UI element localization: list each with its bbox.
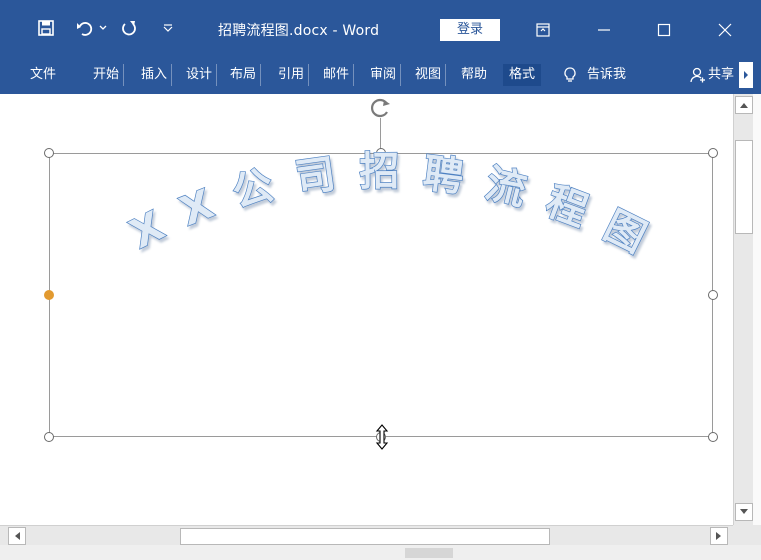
tab-view[interactable]: 视图 <box>415 64 447 86</box>
ribbon-scroll-right-button[interactable] <box>739 62 753 88</box>
undo-icon <box>77 22 93 36</box>
tab-mailings[interactable]: 邮件 <box>323 64 355 86</box>
vertical-scroll-thumb[interactable] <box>735 140 753 234</box>
undo-button[interactable] <box>74 18 96 38</box>
scroll-right-button[interactable] <box>710 527 728 545</box>
undo-dropdown-button[interactable] <box>98 18 108 38</box>
tab-file[interactable]: 文件 <box>30 64 56 86</box>
horizontal-scrollbar[interactable] <box>0 525 733 546</box>
status-indicator <box>405 548 453 558</box>
share-label: 共享 <box>708 67 734 82</box>
login-button[interactable]: 登录 <box>440 19 500 41</box>
scroll-down-button[interactable] <box>735 503 753 521</box>
maximize-button[interactable] <box>651 20 677 40</box>
resize-handle-top-left[interactable] <box>44 148 54 158</box>
tab-references[interactable]: 引用 <box>278 64 310 86</box>
ribbon-tabs: 文件 开始 插入 设计 布局 引用 邮件 审阅 视图 帮助 格式 告诉我 共享 <box>0 56 761 94</box>
tab-home[interactable]: 开始 <box>93 64 125 86</box>
resize-cursor-icon <box>375 424 389 450</box>
tell-me-label: 告诉我 <box>587 67 627 82</box>
tell-me-search[interactable]: 告诉我 <box>563 64 626 86</box>
chevron-down-icon <box>99 25 107 30</box>
shape-adjustment-handle[interactable] <box>44 290 54 300</box>
close-icon <box>718 23 732 37</box>
minimize-button[interactable] <box>591 20 617 40</box>
resize-handle-bottom-right[interactable] <box>708 432 718 442</box>
tab-design[interactable]: 设计 <box>186 64 218 86</box>
resize-handle-bottom-left[interactable] <box>44 432 54 442</box>
save-button[interactable] <box>36 18 56 38</box>
tab-insert[interactable]: 插入 <box>141 64 173 86</box>
window-right-edge <box>753 94 761 545</box>
chevron-right-icon <box>744 71 748 79</box>
minimize-icon <box>598 29 610 31</box>
ribbon-options-icon <box>536 23 550 37</box>
tab-format[interactable]: 格式 <box>503 64 542 86</box>
redo-button[interactable] <box>118 18 140 38</box>
status-strip <box>0 545 761 560</box>
rotate-handle-icon[interactable] <box>369 96 393 120</box>
arrow-up-icon <box>740 103 748 108</box>
title-bar: 招聘流程图.docx - Word 登录 <box>0 0 761 56</box>
redo-icon <box>122 21 136 36</box>
customize-toolbar-button[interactable] <box>160 18 176 38</box>
resize-handle-top-center[interactable] <box>376 148 386 158</box>
scroll-up-button[interactable] <box>735 96 753 114</box>
person-add-icon <box>690 67 705 83</box>
resize-handle-top-right[interactable] <box>708 148 718 158</box>
horizontal-scroll-thumb[interactable] <box>180 528 550 545</box>
maximize-icon <box>657 23 671 37</box>
close-button[interactable] <box>712 20 738 40</box>
share-button[interactable]: 共享 <box>690 64 734 86</box>
tab-layout[interactable]: 布局 <box>230 64 262 86</box>
document-title: 招聘流程图.docx - Word <box>218 23 380 39</box>
tab-help[interactable]: 帮助 <box>461 64 487 86</box>
vertical-scrollbar[interactable] <box>733 94 754 525</box>
resize-handle-middle-right[interactable] <box>708 290 718 300</box>
wordart-selection-frame[interactable] <box>49 153 713 437</box>
lightbulb-icon <box>564 67 576 82</box>
arrow-left-icon <box>15 532 20 540</box>
save-icon <box>38 20 54 36</box>
arrow-down-icon <box>740 509 748 514</box>
arrow-right-icon <box>716 532 721 540</box>
customize-icon <box>163 24 173 32</box>
ribbon-display-options-button[interactable] <box>530 20 556 40</box>
scroll-left-button[interactable] <box>8 527 26 545</box>
tab-review[interactable]: 审阅 <box>370 64 402 86</box>
